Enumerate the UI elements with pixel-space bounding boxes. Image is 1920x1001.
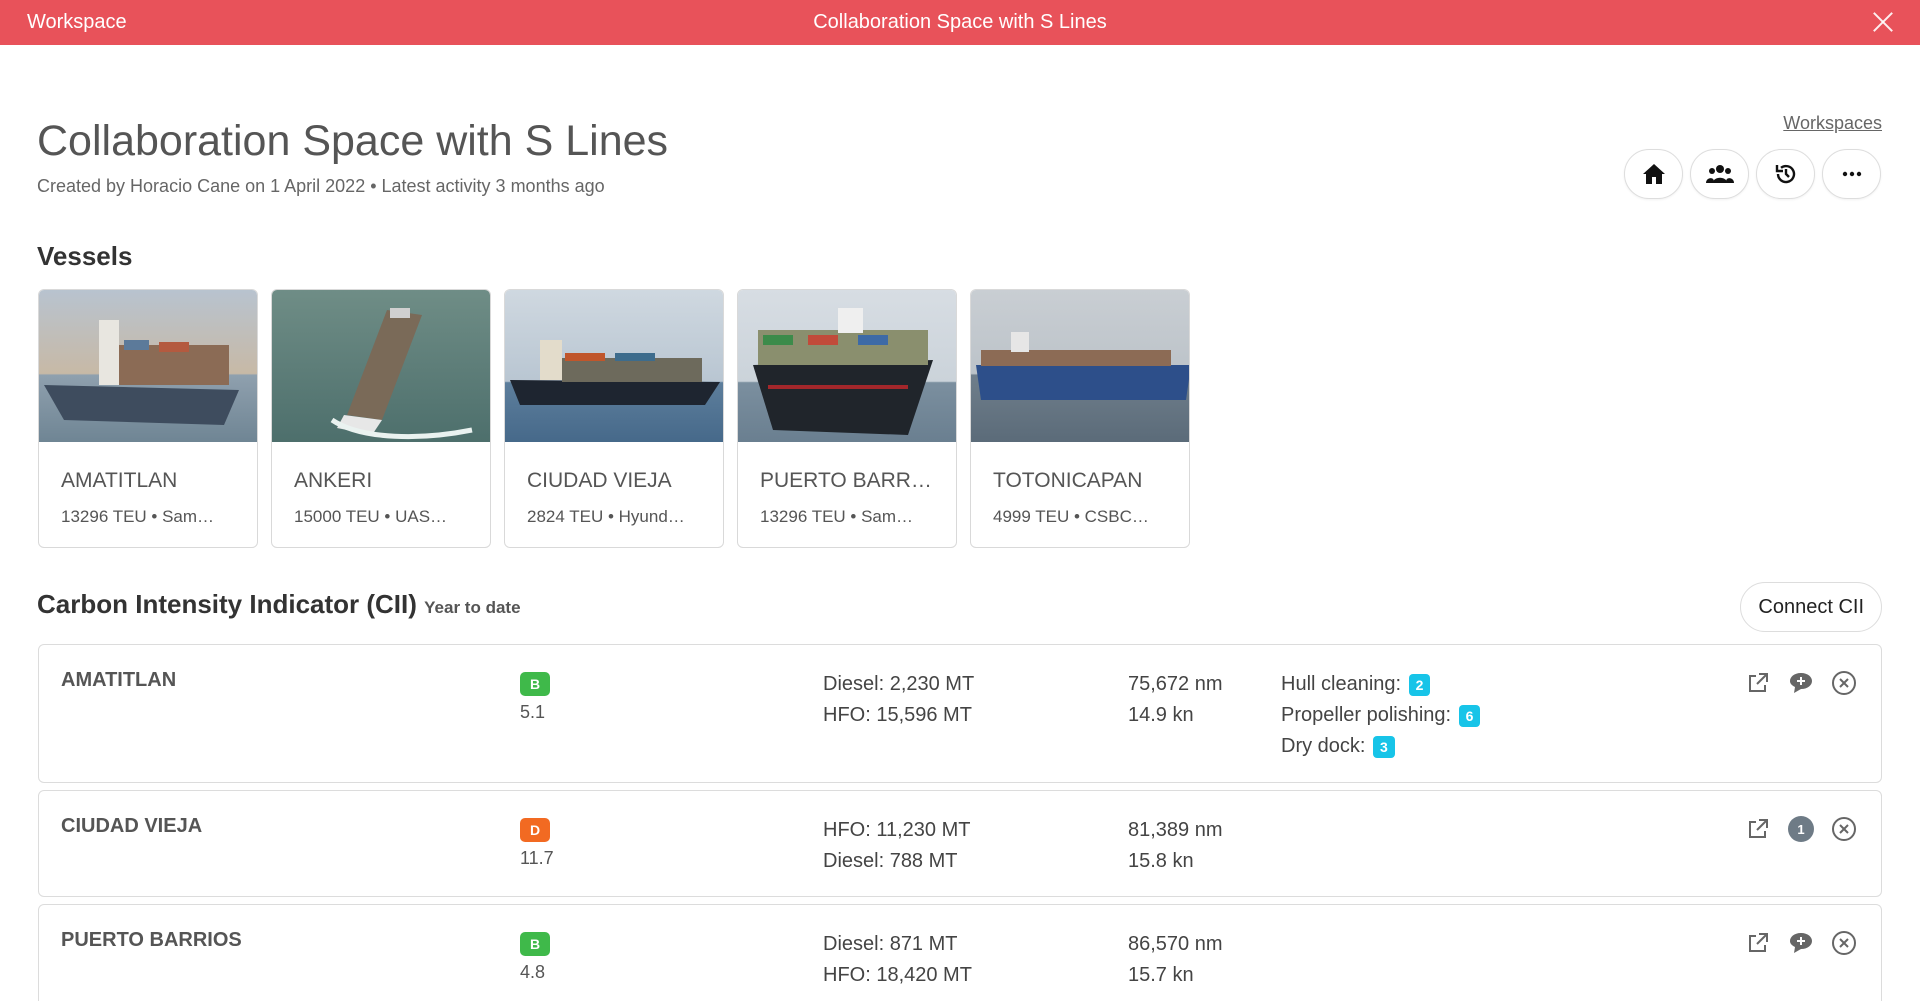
comment-count-badge: 1	[1788, 816, 1814, 842]
users-icon	[1705, 165, 1734, 183]
history-button[interactable]	[1756, 149, 1815, 199]
window-title: Collaboration Space with S Lines	[813, 11, 1107, 33]
remove-icon[interactable]	[1829, 668, 1859, 698]
more-button[interactable]	[1822, 149, 1881, 199]
history-icon	[1775, 164, 1795, 184]
open-external-icon[interactable]	[1743, 668, 1773, 698]
distance-speed: 75,672 nm 14.9 kn	[1128, 669, 1223, 731]
fuel-line: Diesel: 2,230 MT	[823, 673, 975, 695]
fuel-consumption: Diesel: 871 MT HFO: 18,420 MT	[823, 929, 972, 991]
vessel-photo	[971, 290, 1189, 442]
cii-vessel-name: PUERTO BARRIOS	[61, 929, 242, 951]
add-comment-icon[interactable]	[1786, 928, 1816, 958]
task-label: Propeller polishing:	[1281, 704, 1452, 726]
app-name: Workspace	[27, 11, 127, 33]
add-comment-icon[interactable]	[1786, 668, 1816, 698]
vessel-card[interactable]: ANKERI 15000 TEU • UAS…	[271, 289, 491, 548]
fuel-line: Diesel: 871 MT	[823, 933, 958, 955]
distance-speed: 81,389 nm 15.8 kn	[1128, 815, 1223, 877]
members-button[interactable]	[1690, 149, 1749, 199]
task-label: Hull cleaning:	[1281, 673, 1402, 695]
connect-cii-button[interactable]: Connect CII	[1740, 582, 1882, 632]
remove-icon[interactable]	[1829, 814, 1859, 844]
cii-row: AMATITLAN B 5.1 Diesel: 2,230 MT HFO: 15…	[38, 644, 1882, 783]
cii-row: PUERTO BARRIOS B 4.8 Diesel: 871 MT HFO:…	[38, 904, 1882, 1001]
cii-vessel-name: CIUDAD VIEJA	[61, 815, 203, 837]
vessel-name: TOTONICAPAN	[993, 469, 1143, 492]
more-icon	[1842, 171, 1861, 177]
page-subtitle: Created by Horacio Cane on 1 April 2022 …	[37, 176, 605, 196]
fuel-line: HFO: 18,420 MT	[823, 964, 972, 986]
vessel-name: CIUDAD VIEJA	[527, 469, 672, 492]
workspaces-link[interactable]: Workspaces	[1783, 113, 1882, 134]
fuel-consumption: Diesel: 2,230 MT HFO: 15,596 MT	[823, 669, 974, 731]
row-actions	[1743, 668, 1859, 698]
close-icon[interactable]	[1870, 9, 1896, 35]
cii-title: Carbon Intensity Indicator (CII)	[37, 589, 417, 619]
cii-score: 4.8	[520, 962, 546, 982]
task-label: Dry dock:	[1281, 735, 1366, 757]
distance: 75,672 nm	[1128, 673, 1223, 695]
vessel-photo	[39, 290, 257, 442]
home-button[interactable]	[1624, 149, 1683, 199]
vessel-meta: 13296 TEU • Sam…	[61, 507, 215, 526]
cii-heading: Carbon Intensity Indicator (CII) Year to…	[37, 589, 521, 620]
task-item[interactable]: Propeller polishing: 6	[1281, 700, 1481, 731]
distance: 81,389 nm	[1128, 819, 1223, 841]
title-bar: Workspace Collaboration Space with S Lin…	[0, 0, 1920, 45]
open-external-icon[interactable]	[1743, 928, 1773, 958]
vessel-meta: 15000 TEU • UAS…	[294, 507, 448, 526]
distance-speed: 86,570 nm 15.7 kn	[1128, 929, 1223, 991]
vessel-name: ANKERI	[294, 469, 373, 492]
vessel-meta: 13296 TEU • Sam…	[760, 507, 914, 526]
cii-grade-badge: B	[520, 672, 550, 696]
cii-score: 5.1	[520, 702, 546, 722]
vessel-card[interactable]: AMATITLAN 13296 TEU • Sam…	[38, 289, 258, 548]
cii-period: Year to date	[424, 598, 521, 617]
vessel-name: AMATITLAN	[61, 469, 178, 492]
header-actions	[1624, 149, 1881, 199]
task-item[interactable]: Dry dock: 3	[1281, 731, 1480, 762]
fuel-consumption: HFO: 11,230 MT Diesel: 788 MT	[823, 815, 970, 877]
task-count-badge: 6	[1458, 704, 1481, 727]
cii-grade-badge: B	[520, 932, 550, 956]
vessel-photo	[505, 290, 723, 442]
vessels-heading: Vessels	[37, 241, 133, 271]
task-count-badge: 2	[1408, 673, 1431, 696]
vessel-photo	[738, 290, 956, 442]
vessel-card[interactable]: TOTONICAPAN 4999 TEU • CSBC…	[970, 289, 1190, 548]
vessel-card-list: AMATITLAN 13296 TEU • Sam… ANKERI 15000 …	[38, 289, 1190, 548]
speed: 15.7 kn	[1128, 964, 1194, 986]
page-title: Collaboration Space with S Lines	[37, 117, 669, 165]
vessel-meta: 4999 TEU • CSBC…	[993, 507, 1149, 526]
distance: 86,570 nm	[1128, 933, 1223, 955]
open-external-icon[interactable]	[1743, 814, 1773, 844]
cii-row: CIUDAD VIEJA D 11.7 HFO: 11,230 MT Diese…	[38, 790, 1882, 897]
row-actions	[1743, 928, 1859, 958]
fuel-line: HFO: 15,596 MT	[823, 704, 972, 726]
vessel-meta: 2824 TEU • Hyund…	[527, 507, 685, 526]
cii-score: 11.7	[520, 848, 554, 868]
speed: 14.9 kn	[1128, 704, 1194, 726]
cii-vessel-name: AMATITLAN	[61, 669, 177, 691]
task-count-badge: 3	[1373, 735, 1395, 758]
cii-grade-badge: D	[520, 818, 550, 842]
fuel-line: Diesel: 788 MT	[823, 850, 958, 872]
speed: 15.8 kn	[1128, 850, 1194, 872]
comments-button[interactable]: 1	[1786, 814, 1816, 844]
home-icon	[1642, 164, 1665, 184]
vessel-photo	[272, 290, 490, 442]
remove-icon[interactable]	[1829, 928, 1859, 958]
vessel-name: PUERTO BARR…	[760, 469, 932, 492]
vessel-card[interactable]: CIUDAD VIEJA 2824 TEU • Hyund…	[504, 289, 724, 548]
vessel-card[interactable]: PUERTO BARR… 13296 TEU • Sam…	[737, 289, 957, 548]
task-item[interactable]: Hull cleaning: 2	[1281, 669, 1480, 700]
row-actions: 1	[1743, 814, 1859, 844]
fuel-line: HFO: 11,230 MT	[823, 819, 971, 841]
maintenance-tasks: Hull cleaning: 2 Propeller polishing: 6 …	[1281, 669, 1481, 762]
